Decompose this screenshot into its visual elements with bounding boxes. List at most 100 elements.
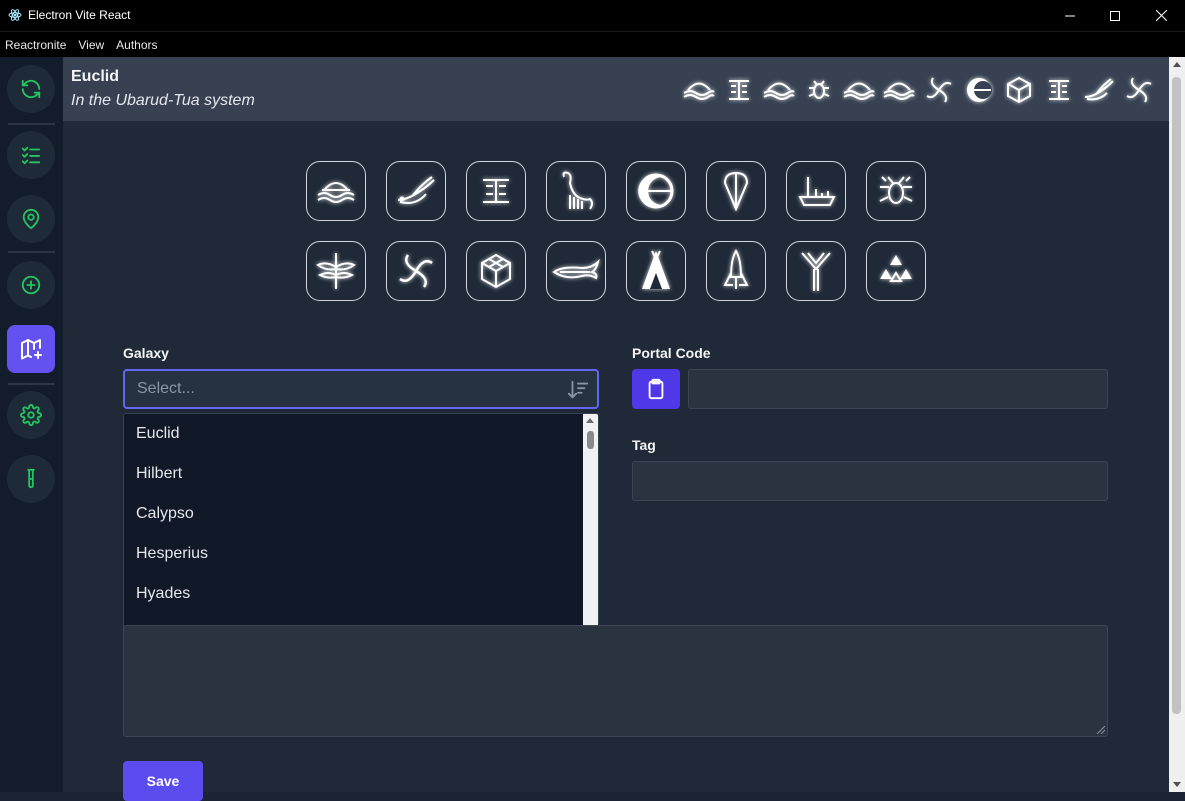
portal-code-input[interactable] bbox=[688, 369, 1108, 409]
refresh-icon bbox=[21, 79, 41, 99]
voxel-glyph-icon bbox=[481, 253, 511, 289]
glyph-button-whale[interactable] bbox=[546, 241, 606, 301]
save-button[interactable]: Save bbox=[123, 761, 203, 801]
scroll-down-arrow-icon[interactable] bbox=[1173, 782, 1181, 787]
glyph-button-rocket[interactable] bbox=[706, 241, 766, 301]
galaxy-select[interactable]: Select... bbox=[123, 369, 599, 409]
resize-grip-icon[interactable] bbox=[1097, 726, 1105, 734]
gear-icon bbox=[20, 404, 42, 426]
glyph-button-bug[interactable] bbox=[866, 161, 926, 221]
glyph-button-balloon[interactable] bbox=[706, 161, 766, 221]
notes-textarea[interactable] bbox=[123, 625, 1108, 737]
sidebar-test-button[interactable] bbox=[7, 455, 55, 503]
atlas-glyph-icon bbox=[880, 255, 912, 282]
electron-app-icon bbox=[8, 9, 22, 21]
glyph-button-eclipse[interactable] bbox=[626, 161, 686, 221]
sunset-glyph-icon bbox=[317, 182, 355, 203]
sidebar-add-button[interactable] bbox=[7, 261, 55, 309]
dropdown-scrollbar[interactable] bbox=[583, 414, 598, 652]
whale-glyph-icon bbox=[552, 258, 600, 280]
glyph-button-boat[interactable] bbox=[786, 161, 846, 221]
add-circle-icon bbox=[21, 275, 41, 295]
checklist-icon bbox=[21, 146, 41, 165]
glyph-button-dinosaur[interactable] bbox=[546, 161, 606, 221]
maximize-button[interactable] bbox=[1092, 0, 1138, 31]
boat-glyph-icon bbox=[880, 71, 918, 109]
eclipse-glyph-icon bbox=[638, 173, 674, 209]
eclipse-glyph-icon bbox=[960, 71, 998, 109]
galaxy-glyph-icon bbox=[1120, 71, 1158, 109]
galaxy-glyph-icon bbox=[920, 71, 958, 109]
main-content: Galaxy Select... Euclid Hilbert Calypso … bbox=[63, 121, 1169, 801]
face-glyph-icon bbox=[483, 179, 509, 203]
sidebar-checklist-button[interactable] bbox=[7, 131, 55, 179]
sidebar-map-add-button[interactable] bbox=[7, 325, 55, 373]
glyph-button-atlas[interactable] bbox=[866, 241, 926, 301]
menu-authors[interactable]: Authors bbox=[110, 38, 163, 52]
glyph-button-dragonfly[interactable] bbox=[306, 241, 366, 301]
galaxy-option[interactable]: Hilbert bbox=[124, 454, 598, 494]
rocket-glyph-icon bbox=[723, 249, 749, 289]
galaxy-option[interactable]: Euclid bbox=[124, 414, 598, 454]
sidebar-refresh-button[interactable] bbox=[7, 65, 55, 113]
bird-glyph-icon bbox=[1080, 71, 1118, 109]
sidebar-location-button[interactable] bbox=[7, 195, 55, 243]
face-glyph-icon bbox=[720, 71, 758, 109]
portal-code-label: Portal Code bbox=[632, 345, 711, 361]
scroll-up-arrow-icon[interactable] bbox=[1173, 62, 1181, 67]
clipboard-icon bbox=[648, 378, 664, 400]
sidebar bbox=[0, 57, 63, 792]
bug-glyph-icon bbox=[800, 71, 838, 109]
bird-glyph-icon bbox=[397, 176, 435, 204]
glyph-keypad bbox=[306, 161, 926, 301]
scroll-up-arrow-icon[interactable] bbox=[586, 418, 594, 423]
boat-glyph-icon bbox=[840, 71, 878, 109]
face-glyph-icon bbox=[1040, 71, 1078, 109]
balloon-glyph-icon bbox=[723, 171, 749, 212]
close-button[interactable] bbox=[1138, 0, 1184, 31]
dragonfly-glyph-icon bbox=[316, 253, 356, 289]
paste-clipboard-button[interactable] bbox=[632, 369, 680, 409]
window-scrollbar[interactable] bbox=[1169, 57, 1185, 792]
boat-glyph-icon bbox=[760, 71, 798, 109]
galaxy-option[interactable]: Hyades bbox=[124, 574, 598, 614]
tag-label: Tag bbox=[632, 437, 656, 453]
window-scroll-thumb[interactable] bbox=[1172, 77, 1181, 714]
galaxy-glyph-icon bbox=[399, 254, 433, 288]
sidebar-divider bbox=[8, 123, 55, 125]
galaxy-option[interactable]: Hesperius bbox=[124, 534, 598, 574]
header-glyph-sequence bbox=[680, 71, 1158, 109]
window-title: Electron Vite React bbox=[28, 8, 131, 22]
galaxy-option[interactable]: Calypso bbox=[124, 494, 598, 534]
dropdown-scroll-thumb[interactable] bbox=[587, 431, 594, 449]
maximize-icon bbox=[1110, 10, 1120, 21]
glyph-button-face[interactable] bbox=[466, 161, 526, 221]
glyph-button-bird[interactable] bbox=[386, 161, 446, 221]
glyph-button-galaxy[interactable] bbox=[386, 241, 446, 301]
glyph-button-tent[interactable] bbox=[626, 241, 686, 301]
sidebar-settings-button[interactable] bbox=[7, 391, 55, 439]
glyph-button-sunset[interactable] bbox=[306, 161, 366, 221]
map-add-icon bbox=[21, 339, 42, 360]
boat-glyph-icon bbox=[680, 71, 718, 109]
glyph-button-voxel[interactable] bbox=[466, 241, 526, 301]
minimize-button[interactable] bbox=[1047, 0, 1093, 31]
minimize-icon bbox=[1065, 15, 1075, 16]
galaxy-select-placeholder: Select... bbox=[137, 380, 195, 397]
menu-reactronite[interactable]: Reactronite bbox=[0, 38, 72, 52]
glyph-button-tree[interactable] bbox=[786, 241, 846, 301]
test-tube-icon bbox=[27, 468, 35, 489]
voxel-glyph-icon bbox=[1000, 71, 1038, 109]
tag-input[interactable] bbox=[632, 461, 1108, 501]
location-pin-icon bbox=[22, 208, 40, 230]
dinosaur-glyph-icon bbox=[562, 171, 593, 210]
sort-descending-icon bbox=[567, 380, 589, 399]
location-title: Euclid bbox=[71, 68, 120, 85]
menu-view[interactable]: View bbox=[72, 38, 110, 52]
tent-glyph-icon bbox=[642, 250, 670, 289]
galaxy-label: Galaxy bbox=[123, 345, 169, 361]
menu-bar: Reactronite View Authors bbox=[0, 31, 1185, 57]
sidebar-divider bbox=[8, 251, 55, 253]
ship-glyph-icon bbox=[798, 177, 836, 206]
sidebar-divider bbox=[8, 383, 55, 385]
